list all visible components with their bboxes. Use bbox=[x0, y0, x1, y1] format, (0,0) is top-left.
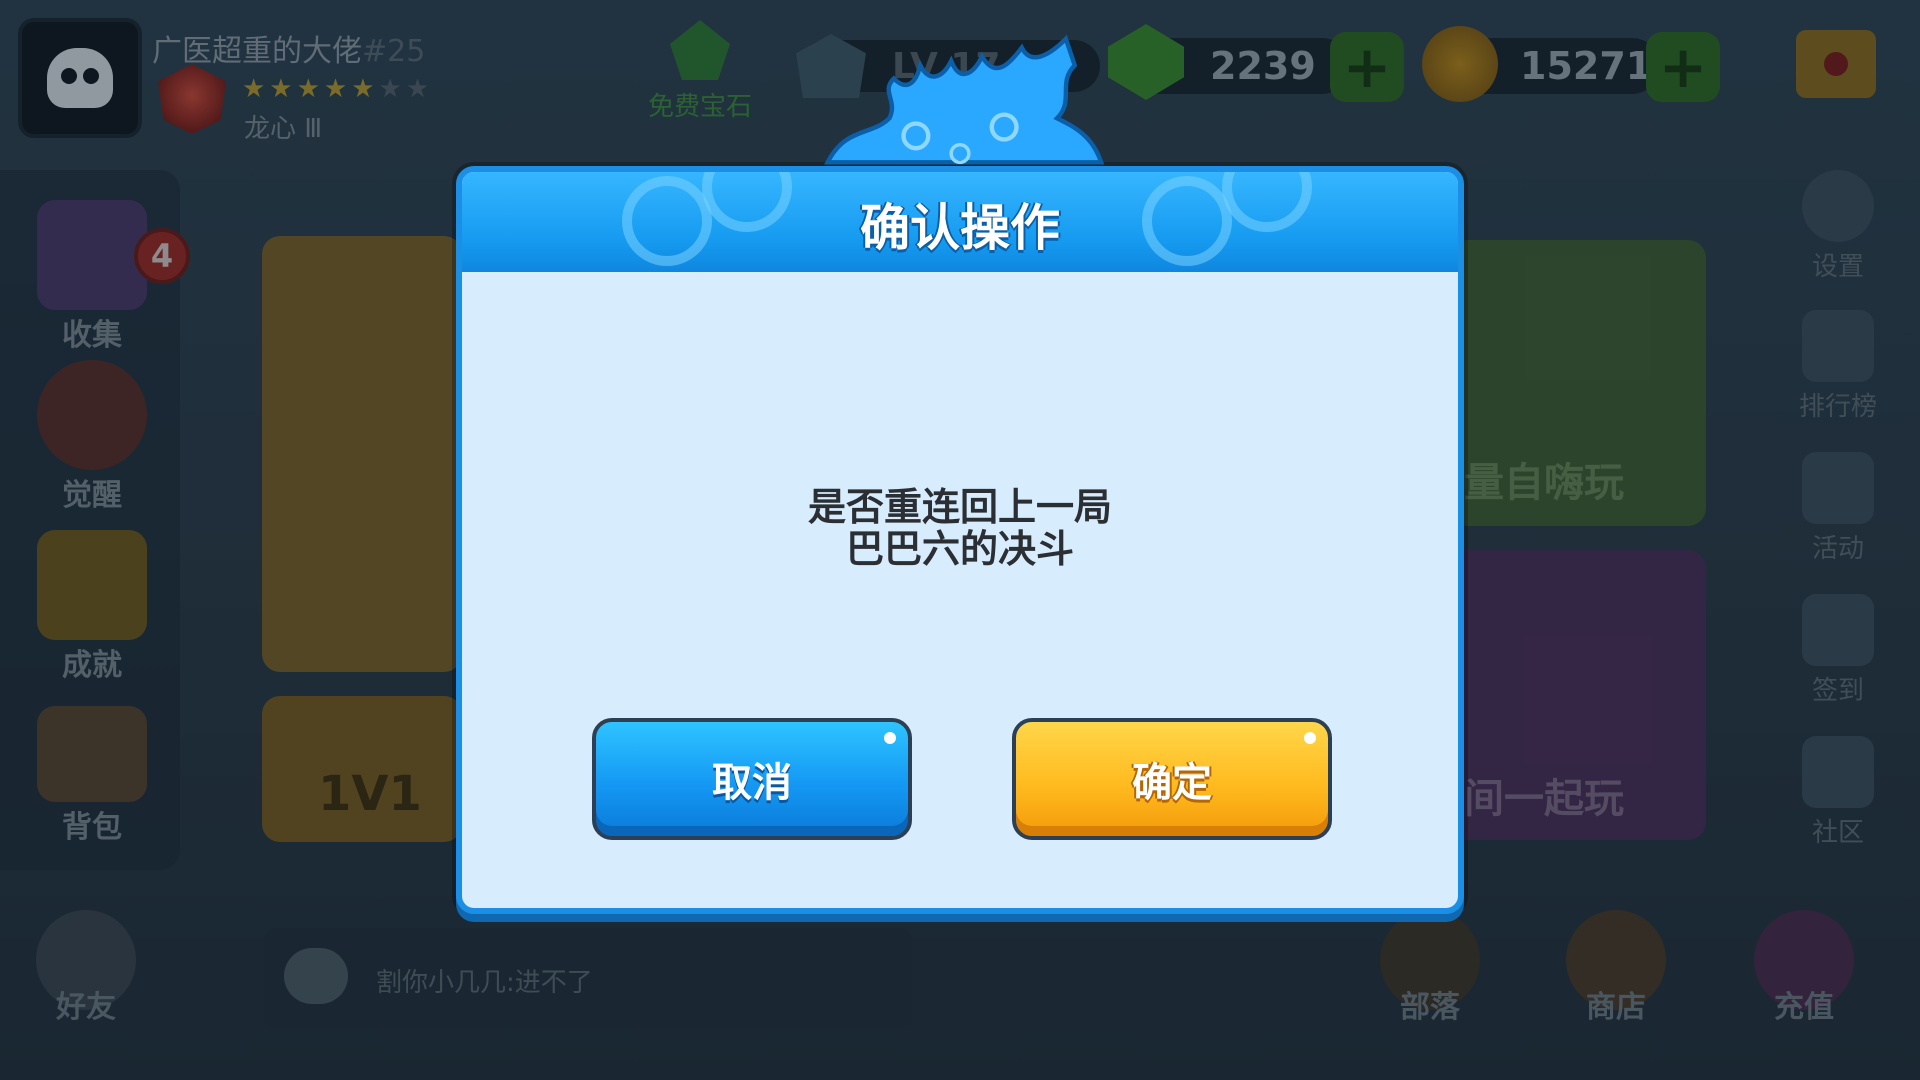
button-shine bbox=[884, 732, 896, 744]
cancel-button[interactable]: 取消 bbox=[592, 718, 912, 840]
dialog-message-line1: 是否重连回上一局 bbox=[807, 485, 1112, 529]
wave-crest-decoration bbox=[824, 34, 1105, 165]
cancel-button-label: 取消 bbox=[712, 760, 792, 806]
dialog-title: 确认操作 bbox=[860, 199, 1060, 257]
dialog-header: 确认操作 bbox=[462, 172, 1458, 272]
button-shine bbox=[1304, 732, 1316, 744]
dialog-message-line2: 巴巴六的决斗 bbox=[845, 527, 1074, 571]
confirm-button[interactable]: 确定 bbox=[1012, 718, 1332, 840]
confirm-dialog: 确认操作 是否重连回上一局 巴巴六的决斗 取消 确定 bbox=[456, 166, 1464, 914]
dialog-message: 是否重连回上一局 巴巴六的决斗 bbox=[462, 486, 1458, 570]
confirm-button-label: 确定 bbox=[1132, 760, 1212, 806]
